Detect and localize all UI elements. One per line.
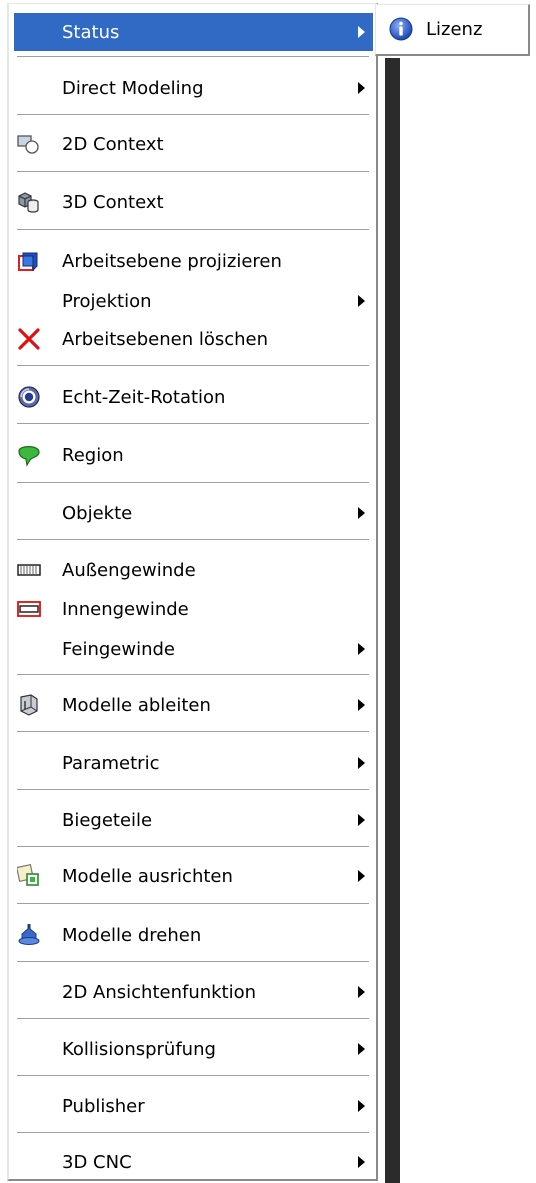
menu-item-label: Objekte xyxy=(62,502,133,524)
background-window xyxy=(385,58,536,1183)
menu-item-label: Publisher xyxy=(62,1095,145,1117)
menu-item-label: Außengewinde xyxy=(62,559,196,581)
menu-item-modelle-ausrichten[interactable]: Modelle ausrichten xyxy=(14,857,373,895)
submenu-arrow-icon xyxy=(358,82,365,94)
background-dark-strip xyxy=(385,58,400,1183)
menu-item-label: Arbeitsebene projizieren xyxy=(62,250,282,272)
menu-item-publisher[interactable]: Publisher xyxy=(14,1087,373,1125)
menu-item-label: Modelle ableiten xyxy=(62,694,211,716)
submenu-arrow-icon xyxy=(358,757,365,769)
menu-item-label: 3D CNC xyxy=(62,1151,132,1173)
menu-separator xyxy=(17,423,369,425)
menu-item-label: 3D Context xyxy=(62,191,164,213)
submenu-arrow-icon xyxy=(358,643,365,655)
3d-context-icon xyxy=(17,190,41,214)
menu-item-region[interactable]: Region xyxy=(14,436,373,474)
menu-item-projektion[interactable]: Projektion xyxy=(14,282,373,320)
status-submenu: Lizenz xyxy=(375,4,530,56)
context-menu: Status Direct Modeling 2D Context 3D Con… xyxy=(7,3,378,1181)
menu-separator xyxy=(17,1075,369,1077)
menu-separator xyxy=(17,114,369,116)
submenu-arrow-icon xyxy=(358,814,365,826)
menu-item-label: Innengewinde xyxy=(62,598,189,620)
menu-item-echt-zeit-rotation[interactable]: Echt-Zeit-Rotation xyxy=(14,378,373,416)
menu-item-label: Biegeteile xyxy=(62,809,153,831)
menu-item-label: Status xyxy=(62,21,120,43)
menu-separator xyxy=(17,1132,369,1134)
menu-separator xyxy=(17,789,369,791)
menu-item-kollisionspruefung[interactable]: Kollisionsprüfung xyxy=(14,1030,373,1068)
submenu-arrow-icon xyxy=(358,870,365,882)
submenu-arrow-icon xyxy=(358,295,365,307)
menu-item-modelle-ableiten[interactable]: Modelle ableiten xyxy=(14,686,373,724)
menu-item-label: 2D Context xyxy=(62,133,164,155)
menu-separator xyxy=(17,365,369,367)
submenu-item-lizenz[interactable]: Lizenz xyxy=(378,13,526,47)
submenu-arrow-icon xyxy=(358,507,365,519)
internal-thread-icon xyxy=(17,597,41,621)
menu-item-label: Kollisionsprüfung xyxy=(62,1038,216,1060)
menu-item-label: Projektion xyxy=(62,290,152,312)
menu-item-label: 2D Ansichtenfunktion xyxy=(62,981,257,1003)
menu-item-parametric[interactable]: Parametric xyxy=(14,744,373,782)
menu-item-direct-modeling[interactable]: Direct Modeling xyxy=(14,69,373,107)
2d-context-icon xyxy=(17,132,41,156)
menu-item-arbeitsebene-projizieren[interactable]: Arbeitsebene projizieren xyxy=(14,242,373,280)
menu-separator xyxy=(17,846,369,848)
submenu-arrow-icon xyxy=(358,26,365,38)
menu-item-arbeitsebenen-loeschen[interactable]: Arbeitsebenen löschen xyxy=(14,320,373,358)
menu-item-objekte[interactable]: Objekte xyxy=(14,494,373,532)
submenu-arrow-icon xyxy=(358,699,365,711)
menu-separator xyxy=(17,482,369,484)
menu-item-modelle-drehen[interactable]: Modelle drehen xyxy=(14,916,373,954)
menu-separator xyxy=(17,961,369,963)
menu-item-status[interactable]: Status xyxy=(14,13,373,51)
menu-item-aussengewinde[interactable]: Außengewinde xyxy=(14,551,373,589)
menu-item-biegeteile[interactable]: Biegeteile xyxy=(14,801,373,839)
menu-item-feingewinde[interactable]: Feingewinde xyxy=(14,630,373,668)
menu-item-label: Region xyxy=(62,444,124,466)
submenu-arrow-icon xyxy=(358,1156,365,1168)
menu-separator xyxy=(17,1018,369,1020)
menu-item-2d-context[interactable]: 2D Context xyxy=(14,125,373,163)
delete-x-icon xyxy=(17,327,41,351)
submenu-arrow-icon xyxy=(358,1043,365,1055)
menu-item-label: Modelle drehen xyxy=(62,924,202,946)
menu-item-label: Parametric xyxy=(62,752,160,774)
realtime-rotation-icon xyxy=(17,385,41,409)
menu-separator xyxy=(17,171,369,173)
menu-item-label: Direct Modeling xyxy=(62,77,204,99)
project-workplane-icon xyxy=(17,249,41,273)
submenu-arrow-icon xyxy=(358,1100,365,1112)
info-icon xyxy=(389,17,413,41)
menu-item-label: Modelle ausrichten xyxy=(62,865,233,887)
align-models-icon xyxy=(17,864,41,888)
menu-separator xyxy=(17,731,369,733)
menu-separator xyxy=(17,56,369,58)
menu-item-3d-context[interactable]: 3D Context xyxy=(14,183,373,221)
menu-item-label: Echt-Zeit-Rotation xyxy=(62,386,226,408)
menu-separator xyxy=(17,539,369,541)
external-thread-icon xyxy=(17,558,41,582)
menu-item-2d-ansichtenfunktion[interactable]: 2D Ansichtenfunktion xyxy=(14,973,373,1011)
menu-separator xyxy=(17,229,369,231)
rotate-models-icon xyxy=(17,923,41,947)
menu-separator xyxy=(17,903,369,905)
region-icon xyxy=(17,443,41,467)
menu-separator xyxy=(17,674,369,676)
derive-models-icon xyxy=(17,693,41,717)
menu-item-innengewinde[interactable]: Innengewinde xyxy=(14,590,373,628)
menu-item-3d-cnc[interactable]: 3D CNC xyxy=(14,1143,373,1181)
submenu-item-label: Lizenz xyxy=(426,19,483,40)
submenu-arrow-icon xyxy=(358,986,365,998)
menu-item-label: Arbeitsebenen löschen xyxy=(62,328,269,350)
menu-item-label: Feingewinde xyxy=(62,638,175,660)
